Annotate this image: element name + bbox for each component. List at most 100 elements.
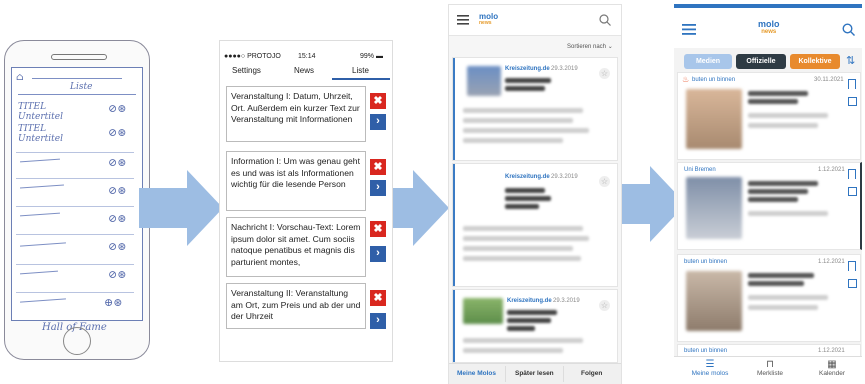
sketch-title-2: TITEL [18, 124, 47, 134]
bookmark-icon[interactable] [848, 169, 856, 179]
nav-merkliste[interactable]: ⊓ Merkliste [750, 359, 790, 377]
delete-button[interactable]: ✖ [370, 221, 386, 237]
list-item-text: Veranstaltung II: Veranstaltung am Ort, … [231, 288, 361, 321]
sketch-subtitle-2: Untertitel [18, 134, 63, 144]
filter-offizielle[interactable]: Offizielle [736, 54, 786, 69]
news-source: Kreiszeitung.de [505, 174, 550, 180]
logo-top: molo [479, 12, 499, 21]
news-date: 29.3.2019 [551, 174, 578, 180]
list-item: Veranstaltung I: Datum, Uhrzeit, Ort. Au… [226, 86, 366, 142]
tab-news[interactable]: News [294, 66, 314, 75]
app-v2-screen: molo news Medien Offizielle Kollektive ⇅… [674, 4, 862, 383]
news-date: 29.3.2019 [551, 66, 578, 72]
app-v2-header: molo news [674, 8, 862, 48]
sketch-speaker [51, 54, 107, 60]
bookmark-icon[interactable] [848, 79, 856, 89]
sketch-icon-h: ⊕⊛ [104, 296, 123, 309]
app-v1-tabbar: Meine Molos Später lesen Folgen [449, 363, 621, 384]
news-date: 1.12.2021 [818, 259, 845, 265]
external-link-icon[interactable] [848, 187, 857, 196]
open-button[interactable]: › [370, 114, 386, 130]
news-card[interactable]: Kreiszeitung.de 29.3.2019 ☆ [452, 57, 618, 161]
sketch-subtitle-1: Untertitel [18, 112, 63, 122]
menu-icon[interactable] [682, 24, 696, 35]
sketch-icon-d: ⊘⊛ [108, 184, 127, 197]
list-item: Veranstaltung II: Veranstaltung am Ort, … [226, 283, 366, 329]
news-thumbnail [686, 177, 742, 239]
bookmark-icon[interactable] [848, 261, 856, 271]
news-source: Kreiszeitung.de [507, 298, 552, 304]
tab-active-indicator [332, 78, 390, 80]
tab-liste[interactable]: Liste [352, 66, 369, 75]
tab-settings[interactable]: Settings [232, 66, 261, 75]
news-date: 1.12.2021 [818, 167, 845, 173]
sketch-phone: ⌂ Liste TITEL Untertitel TITEL Untertite… [4, 40, 150, 360]
sketch-icon-a: ⊘⊛ [108, 102, 127, 115]
tab-spaeter-lesen[interactable]: Später lesen [515, 370, 554, 377]
filter-kollektive[interactable]: Kollektive [790, 54, 840, 69]
news-date: 30.11.2021 [814, 77, 844, 83]
list-icon: ☰ [705, 359, 715, 370]
sketch-icon-c: ⊘⊛ [108, 156, 127, 169]
news-date: 1.12.2021 [818, 348, 845, 354]
news-card[interactable]: Kreiszeitung.de 29.3.2019 ☆ [452, 289, 618, 363]
status-battery: 99% ▬ [360, 53, 383, 60]
menu-icon[interactable] [457, 15, 469, 25]
news-thumbnail [686, 89, 742, 149]
list-item: Nachricht I: Vorschau-Text: Lorem ipsum … [226, 217, 366, 277]
filter-medien[interactable]: Medien [684, 54, 732, 69]
nav-label: Kalender [818, 370, 846, 377]
sketch-icon-b: ⊘⊛ [108, 126, 127, 139]
list-item-text: Information I: Um was genau geht es und … [231, 156, 360, 189]
delete-button[interactable]: ✖ [370, 290, 386, 306]
tab-folgen[interactable]: Folgen [581, 370, 602, 377]
news-source: buten un binnen [684, 259, 728, 265]
sort-dropdown[interactable]: Sortieren nach ⌄ [567, 43, 613, 50]
open-button[interactable]: › [370, 246, 386, 262]
wireframe-screen: ●●●●○ PROTOJO 15:14 99% ▬ Settings News … [219, 40, 393, 362]
search-icon[interactable] [599, 14, 611, 26]
sketch-icon-f: ⊘⊛ [108, 240, 127, 253]
list-item-text: Nachricht I: Vorschau-Text: Lorem ipsum … [231, 222, 361, 267]
sketch-home-button [63, 327, 91, 355]
app-v2-bottom-nav: ☰ Meine molos ⊓ Merkliste ▦ Kalender [674, 356, 862, 383]
news-card[interactable]: Uni Bremen 1.12.2021 [677, 162, 862, 250]
delete-button[interactable]: ✖ [370, 159, 386, 175]
app-v1-screen: molo news Sortieren nach ⌄ Kreiszeitung.… [448, 4, 622, 384]
star-icon[interactable]: ☆ [599, 68, 610, 79]
arrow-1-icon [139, 170, 223, 246]
chevron-down-icon: ⌄ [607, 44, 613, 50]
sketch-top-label: Liste [70, 82, 93, 92]
search-icon[interactable] [842, 23, 855, 36]
sketch-home-symbol: ⌂ [16, 72, 24, 83]
nav-meine-molos[interactable]: ☰ Meine molos [690, 359, 730, 377]
molo-logo: molo news [479, 13, 498, 27]
news-source: Uni Bremen [684, 167, 716, 173]
logo-bottom: news [479, 20, 492, 26]
news-card[interactable]: buten un binnen 1.12.2021 [677, 254, 861, 342]
open-button[interactable]: › [370, 313, 386, 329]
status-carrier: ●●●●○ PROTOJO [224, 53, 281, 60]
news-card[interactable]: ♨ buten un binnen 30.11.2021 [677, 72, 861, 160]
news-source: buten un binnen [684, 348, 728, 354]
sort-label: Sortieren nach [567, 44, 607, 50]
star-icon[interactable]: ☆ [599, 176, 610, 187]
external-link-icon[interactable] [848, 97, 857, 106]
external-link-icon[interactable] [848, 279, 857, 288]
molo-logo: molo news [758, 20, 780, 36]
delete-button[interactable]: ✖ [370, 93, 386, 109]
news-thumbnail [467, 66, 501, 96]
news-card[interactable]: Kreiszeitung.de 29.3.2019 ☆ [452, 163, 618, 287]
flame-icon: ♨ [682, 75, 690, 84]
star-icon[interactable]: ☆ [599, 300, 610, 311]
news-source: Kreiszeitung.de [505, 66, 550, 72]
nav-kalender[interactable]: ▦ Kalender [812, 359, 852, 377]
sort-icon[interactable]: ⇅ [846, 54, 855, 67]
logo-top: molo [758, 19, 780, 29]
logo-bottom: news [761, 29, 777, 35]
open-button[interactable]: › [370, 180, 386, 196]
list-item: Information I: Um was genau geht es und … [226, 151, 366, 211]
news-thumbnail [686, 271, 742, 331]
tab-meine-molos[interactable]: Meine Molos [457, 370, 496, 377]
news-date: 29.3.2019 [553, 298, 580, 304]
